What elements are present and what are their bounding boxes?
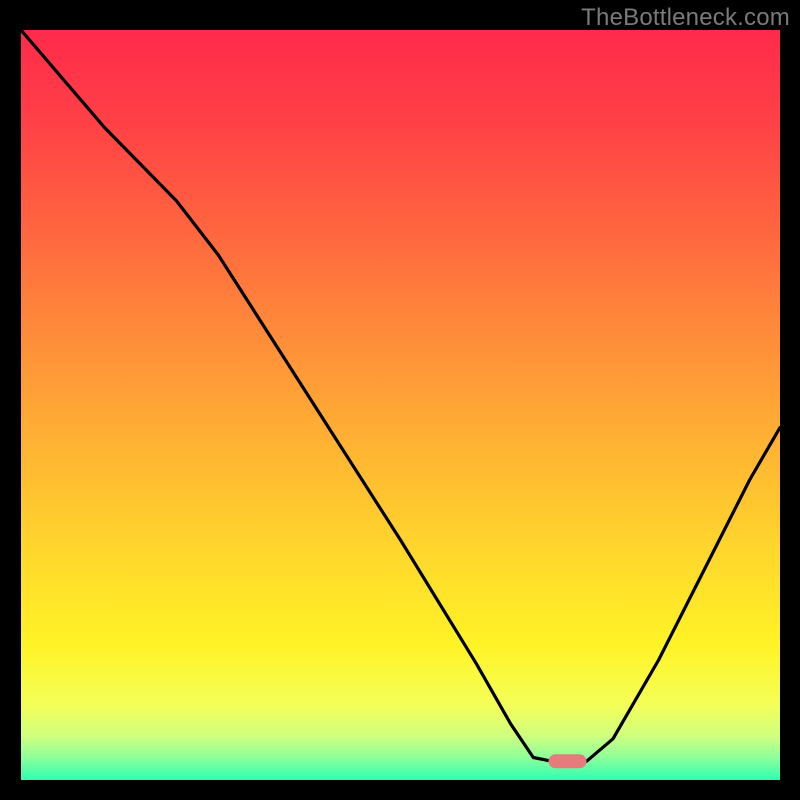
gradient-background [21, 30, 780, 780]
chart-svg [21, 30, 780, 780]
optimal-marker [549, 754, 587, 768]
chart-stage: TheBottleneck.com [0, 0, 800, 800]
watermark-text: TheBottleneck.com [581, 4, 790, 32]
plot-area [21, 30, 780, 780]
